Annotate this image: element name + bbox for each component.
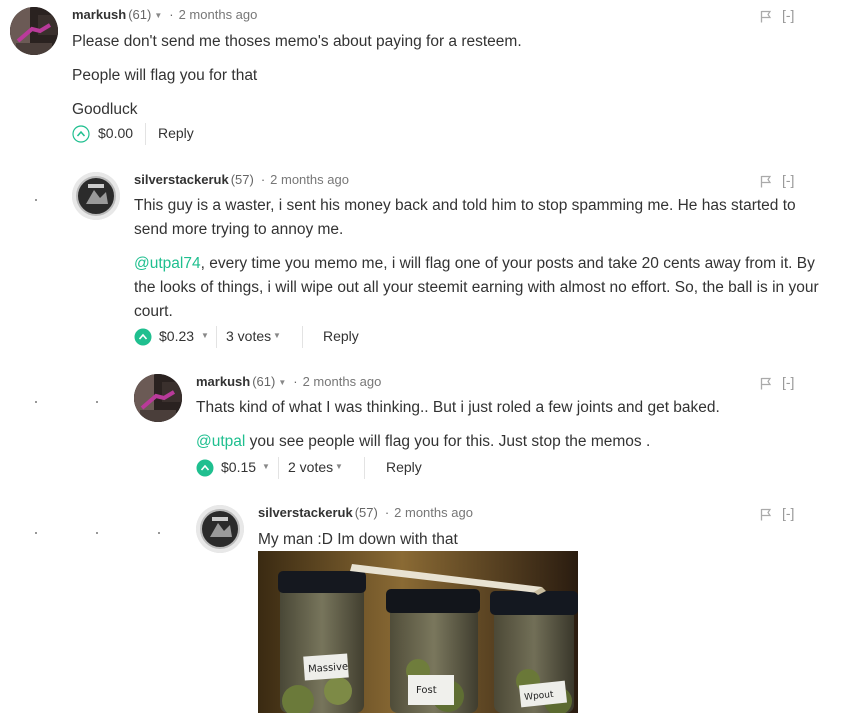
flag-icon[interactable] [760,377,772,390]
comment-tools: [-] [760,7,820,24]
comment-header: silverstackeruk (57) · 2 months ago [258,505,473,520]
avatar-silverstackeruk[interactable] [196,505,244,553]
flag-icon[interactable] [760,10,772,23]
comment-paragraph: Goodluck [72,101,138,118]
comment-tools: [-] [760,172,820,189]
payout-dropdown-caret-icon[interactable]: ▼ [201,331,209,340]
separator-dot: · [384,505,390,520]
comment-body: This guy is a waster, i sent his money b… [134,194,824,324]
comment-paragraph: Thats kind of what I was thinking.. But … [196,399,720,416]
comment-body: Thats kind of what I was thinking.. But … [196,396,826,454]
payout-value[interactable]: $0.23 [159,328,194,344]
votes-dropdown-caret-icon[interactable]: ▼ [273,331,281,340]
paragraph-text: , every time you memo me, i will flag on… [134,255,819,320]
comment-paragraph: @utpal you see people will flag you for … [196,430,826,454]
avatar-image [10,7,58,55]
divider [278,457,279,479]
comment-paragraph: This guy is a waster, i sent his money b… [134,197,796,238]
author-name[interactable]: markush [196,374,250,389]
divider [216,326,217,348]
upvote-icon[interactable] [72,125,90,143]
collapse-toggle[interactable]: [-] [782,505,794,521]
reply-link[interactable]: Reply [158,125,194,141]
thread-depth-dot [96,401,98,403]
payout-value[interactable]: $0.00 [98,125,133,141]
timestamp-link[interactable]: 2 months ago [179,7,258,22]
collapse-toggle[interactable]: [-] [782,172,794,188]
comment-paragraph: People will flag you for that [72,67,258,84]
author-reputation: (61) [128,7,152,22]
jars-photo-image: Massive Fost Wpout [258,551,578,713]
thread-depth-dot [35,532,37,534]
thread-depth-dot [35,199,37,201]
payout-dropdown-caret-icon[interactable]: ▼ [262,462,270,471]
comment-paragraph: My man :D Im down with that [258,531,458,548]
collapse-toggle[interactable]: [-] [782,374,794,390]
comment-header: markush (61) ▼ · 2 months ago [196,374,381,389]
thread-depth-dot [158,532,160,534]
jar-label: Fost [416,685,437,696]
flag-icon[interactable] [760,175,772,188]
avatar-image [134,374,182,422]
comment-footer: $0.15 ▼ 2 votes ▼ Reply [196,457,496,479]
votes-count[interactable]: 3 votes [226,328,271,344]
user-mention-link[interactable]: @utpal [196,433,245,450]
author-reputation: (57) [354,505,378,520]
separator-dot: · [293,374,298,389]
upvote-icon[interactable] [134,328,152,346]
reply-link[interactable]: Reply [386,459,422,475]
collapse-toggle[interactable]: [-] [782,7,794,23]
avatar-markush[interactable] [134,374,182,422]
comment-paragraph: Please don't send me thoses memo's about… [72,33,522,50]
divider [364,457,365,479]
payout-value[interactable]: $0.15 [221,459,256,475]
reply-link[interactable]: Reply [323,328,359,344]
embedded-photo[interactable]: Massive Fost Wpout [258,551,578,713]
comment-tools: [-] [760,505,820,522]
separator-dot: · [169,7,174,22]
comment-body: Please don't send me thoses memo's about… [72,30,832,122]
avatar-image [196,505,244,553]
comment-body: My man :D Im down with that [258,528,818,552]
divider [145,123,146,145]
comment-header: markush (61) ▼ · 2 months ago [72,7,257,22]
author-menu-caret-icon[interactable]: ▼ [278,378,286,387]
timestamp-link[interactable]: 2 months ago [270,172,349,187]
comment-tools: [-] [760,374,820,391]
votes-dropdown-caret-icon[interactable]: ▼ [335,462,343,471]
flag-icon[interactable] [760,508,772,521]
comment-paragraph: @utpal74, every time you memo me, i will… [134,252,824,324]
thread-depth-dot [96,532,98,534]
author-name[interactable]: markush [72,7,126,22]
avatar-markush[interactable] [10,7,58,55]
author-menu-caret-icon[interactable]: ▼ [154,11,162,20]
thread-depth-dot [35,401,37,403]
comment-header: silverstackeruk (57) · 2 months ago [134,172,349,187]
votes-count[interactable]: 2 votes [288,459,333,475]
divider [302,326,303,348]
separator-dot: · [260,172,266,187]
author-name[interactable]: silverstackeruk [258,505,353,520]
timestamp-link[interactable]: 2 months ago [394,505,473,520]
comment-footer: $0.23 ▼ 3 votes ▼ Reply [134,326,434,348]
timestamp-link[interactable]: 2 months ago [303,374,382,389]
author-reputation: (57) [230,172,254,187]
user-mention-link[interactable]: @utpal74 [134,255,201,272]
comment-footer: $0.00 Reply [72,123,372,145]
author-name[interactable]: silverstackeruk [134,172,229,187]
author-reputation: (61) [252,374,276,389]
paragraph-text: you see people will flag you for this. J… [245,433,651,450]
avatar-image [72,172,120,220]
avatar-silverstackeruk[interactable] [72,172,120,220]
upvote-icon[interactable] [196,459,214,477]
